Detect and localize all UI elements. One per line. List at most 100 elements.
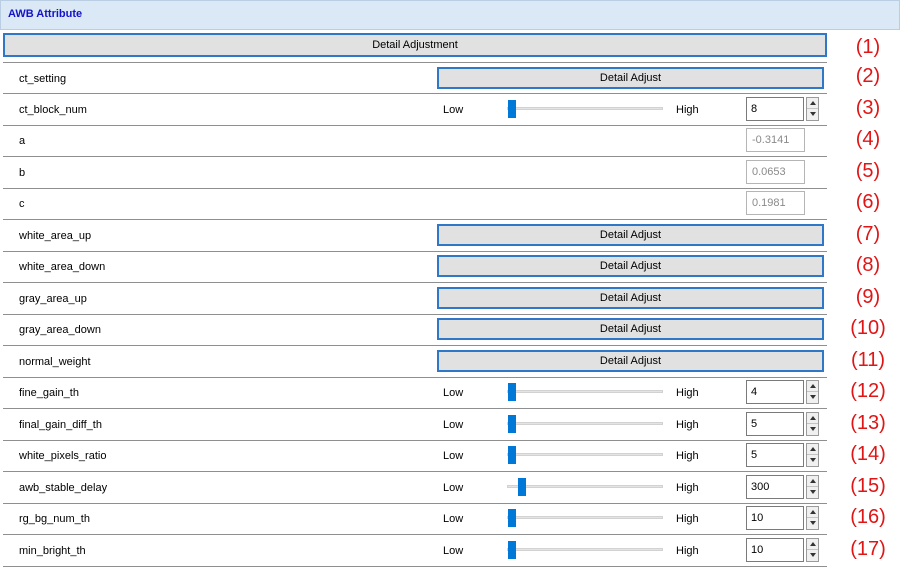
value-slider[interactable] [507, 446, 663, 464]
spin-up-arrow-icon[interactable] [807, 381, 818, 392]
slider-high-label: High [676, 545, 699, 557]
value-slider[interactable] [507, 509, 663, 527]
spin-up-arrow-icon[interactable] [807, 98, 818, 109]
attribute-label: white_area_up [19, 230, 92, 242]
detail-adjust-button[interactable]: Detail Adjust [437, 67, 824, 89]
numeric-spinbox: 5 [746, 443, 819, 467]
detail-adjust-button[interactable]: Detail Adjust [437, 287, 824, 309]
value-slider[interactable] [507, 415, 663, 433]
spin-down-arrow-icon[interactable] [807, 424, 818, 435]
annotation-number: (6) [855, 191, 881, 213]
attribute-label: ct_setting [19, 73, 67, 85]
numeric-spinbox: 10 [746, 506, 819, 530]
annotation-number: (10) [850, 317, 886, 339]
readonly-value-field: 0.1981 [746, 191, 805, 215]
slider-high-label: High [676, 387, 699, 399]
spinbox-input[interactable]: 8 [746, 97, 804, 121]
spin-up-arrow-icon[interactable] [807, 444, 818, 455]
attribute-label: white_area_down [19, 261, 106, 273]
attribute-row: c 0.1981 [3, 188, 827, 220]
spin-down-arrow-icon[interactable] [807, 455, 818, 466]
panel-title: AWB Attribute [8, 8, 83, 20]
attribute-label: ct_block_num [19, 104, 87, 116]
slider-thumb[interactable] [508, 541, 516, 559]
detail-adjust-button[interactable]: Detail Adjust [437, 350, 824, 372]
attribute-label: white_pixels_ratio [19, 450, 107, 462]
spin-up-arrow-icon[interactable] [807, 476, 818, 487]
spinbox-buttons [806, 412, 819, 436]
value-slider[interactable] [507, 383, 663, 401]
slider-thumb[interactable] [508, 415, 516, 433]
annotation-number: (4) [855, 128, 881, 150]
slider-high-label: High [676, 104, 699, 116]
attribute-row: fine_gain_th Low High 4 [3, 377, 827, 409]
detail-adjust-button[interactable]: Detail Adjust [437, 318, 824, 340]
annotation-number: (7) [855, 223, 881, 245]
slider-thumb[interactable] [508, 100, 516, 118]
annotation-number: (15) [850, 475, 886, 497]
spinbox-input[interactable]: 10 [746, 506, 804, 530]
detail-adjust-button[interactable]: Detail Adjust [437, 224, 824, 246]
attribute-label: fine_gain_th [19, 387, 79, 399]
attribute-label: normal_weight [19, 356, 91, 368]
attribute-row: white_area_down Detail Adjust [3, 251, 827, 283]
attribute-row: min_bright_th Low High 10 [3, 535, 827, 567]
spinbox-input[interactable]: 5 [746, 443, 804, 467]
spinbox-buttons [806, 475, 819, 499]
spin-up-arrow-icon[interactable] [807, 539, 818, 550]
annotation-number: (1) [855, 36, 881, 58]
slider-low-label: Low [443, 450, 464, 462]
detail-adjustment-button[interactable]: Detail Adjustment [3, 33, 827, 57]
spin-down-arrow-icon[interactable] [807, 487, 818, 498]
slider-high-label: High [676, 482, 699, 494]
attribute-row: a -0.3141 [3, 125, 827, 157]
panel-header: AWB Attribute [0, 0, 900, 30]
value-slider[interactable] [507, 100, 663, 118]
readonly-value-field: 0.0653 [746, 160, 805, 184]
annotation-number: (14) [850, 443, 886, 465]
attribute-row: ct_setting Detail Adjust [3, 62, 827, 94]
attribute-row: gray_area_up Detail Adjust [3, 283, 827, 315]
slider-thumb[interactable] [518, 478, 526, 496]
attribute-label: a [19, 135, 26, 147]
attribute-label: awb_stable_delay [19, 482, 108, 494]
slider-low-label: Low [443, 387, 464, 399]
spinbox-buttons [806, 443, 819, 467]
readonly-value-field: -0.3141 [746, 128, 805, 152]
slider-low-label: Low [443, 104, 464, 116]
slider-low-label: Low [443, 419, 464, 431]
spin-up-arrow-icon[interactable] [807, 507, 818, 518]
annotation-number: (5) [855, 160, 881, 182]
spin-down-arrow-icon[interactable] [807, 518, 818, 529]
slider-thumb[interactable] [508, 446, 516, 464]
detail-adjust-button[interactable]: Detail Adjust [437, 255, 824, 277]
annotation-number: (9) [855, 286, 881, 308]
attribute-label: gray_area_up [19, 293, 87, 305]
annotation-number: (12) [850, 380, 886, 402]
attribute-label: final_gain_diff_th [19, 419, 102, 431]
attribute-label: rg_bg_num_th [19, 513, 90, 525]
spinbox-input[interactable]: 5 [746, 412, 804, 436]
slider-high-label: High [676, 450, 699, 462]
numeric-spinbox: 300 [746, 475, 819, 499]
spin-down-arrow-icon[interactable] [807, 392, 818, 403]
spinbox-buttons [806, 506, 819, 530]
slider-high-label: High [676, 513, 699, 525]
attribute-row: awb_stable_delay Low High 300 [3, 472, 827, 504]
attribute-label: min_bright_th [19, 545, 86, 557]
attribute-row: white_area_up Detail Adjust [3, 220, 827, 252]
spinbox-input[interactable]: 4 [746, 380, 804, 404]
value-slider[interactable] [507, 541, 663, 559]
spin-up-arrow-icon[interactable] [807, 413, 818, 424]
slider-thumb[interactable] [508, 509, 516, 527]
value-slider[interactable] [507, 478, 663, 496]
slider-high-label: High [676, 419, 699, 431]
spinbox-input[interactable]: 300 [746, 475, 804, 499]
spin-down-arrow-icon[interactable] [807, 550, 818, 561]
spin-down-arrow-icon[interactable] [807, 109, 818, 120]
spinbox-buttons [806, 97, 819, 121]
spinbox-input[interactable]: 10 [746, 538, 804, 562]
slider-thumb[interactable] [508, 383, 516, 401]
attribute-row: b 0.0653 [3, 157, 827, 189]
attribute-row: normal_weight Detail Adjust [3, 346, 827, 378]
